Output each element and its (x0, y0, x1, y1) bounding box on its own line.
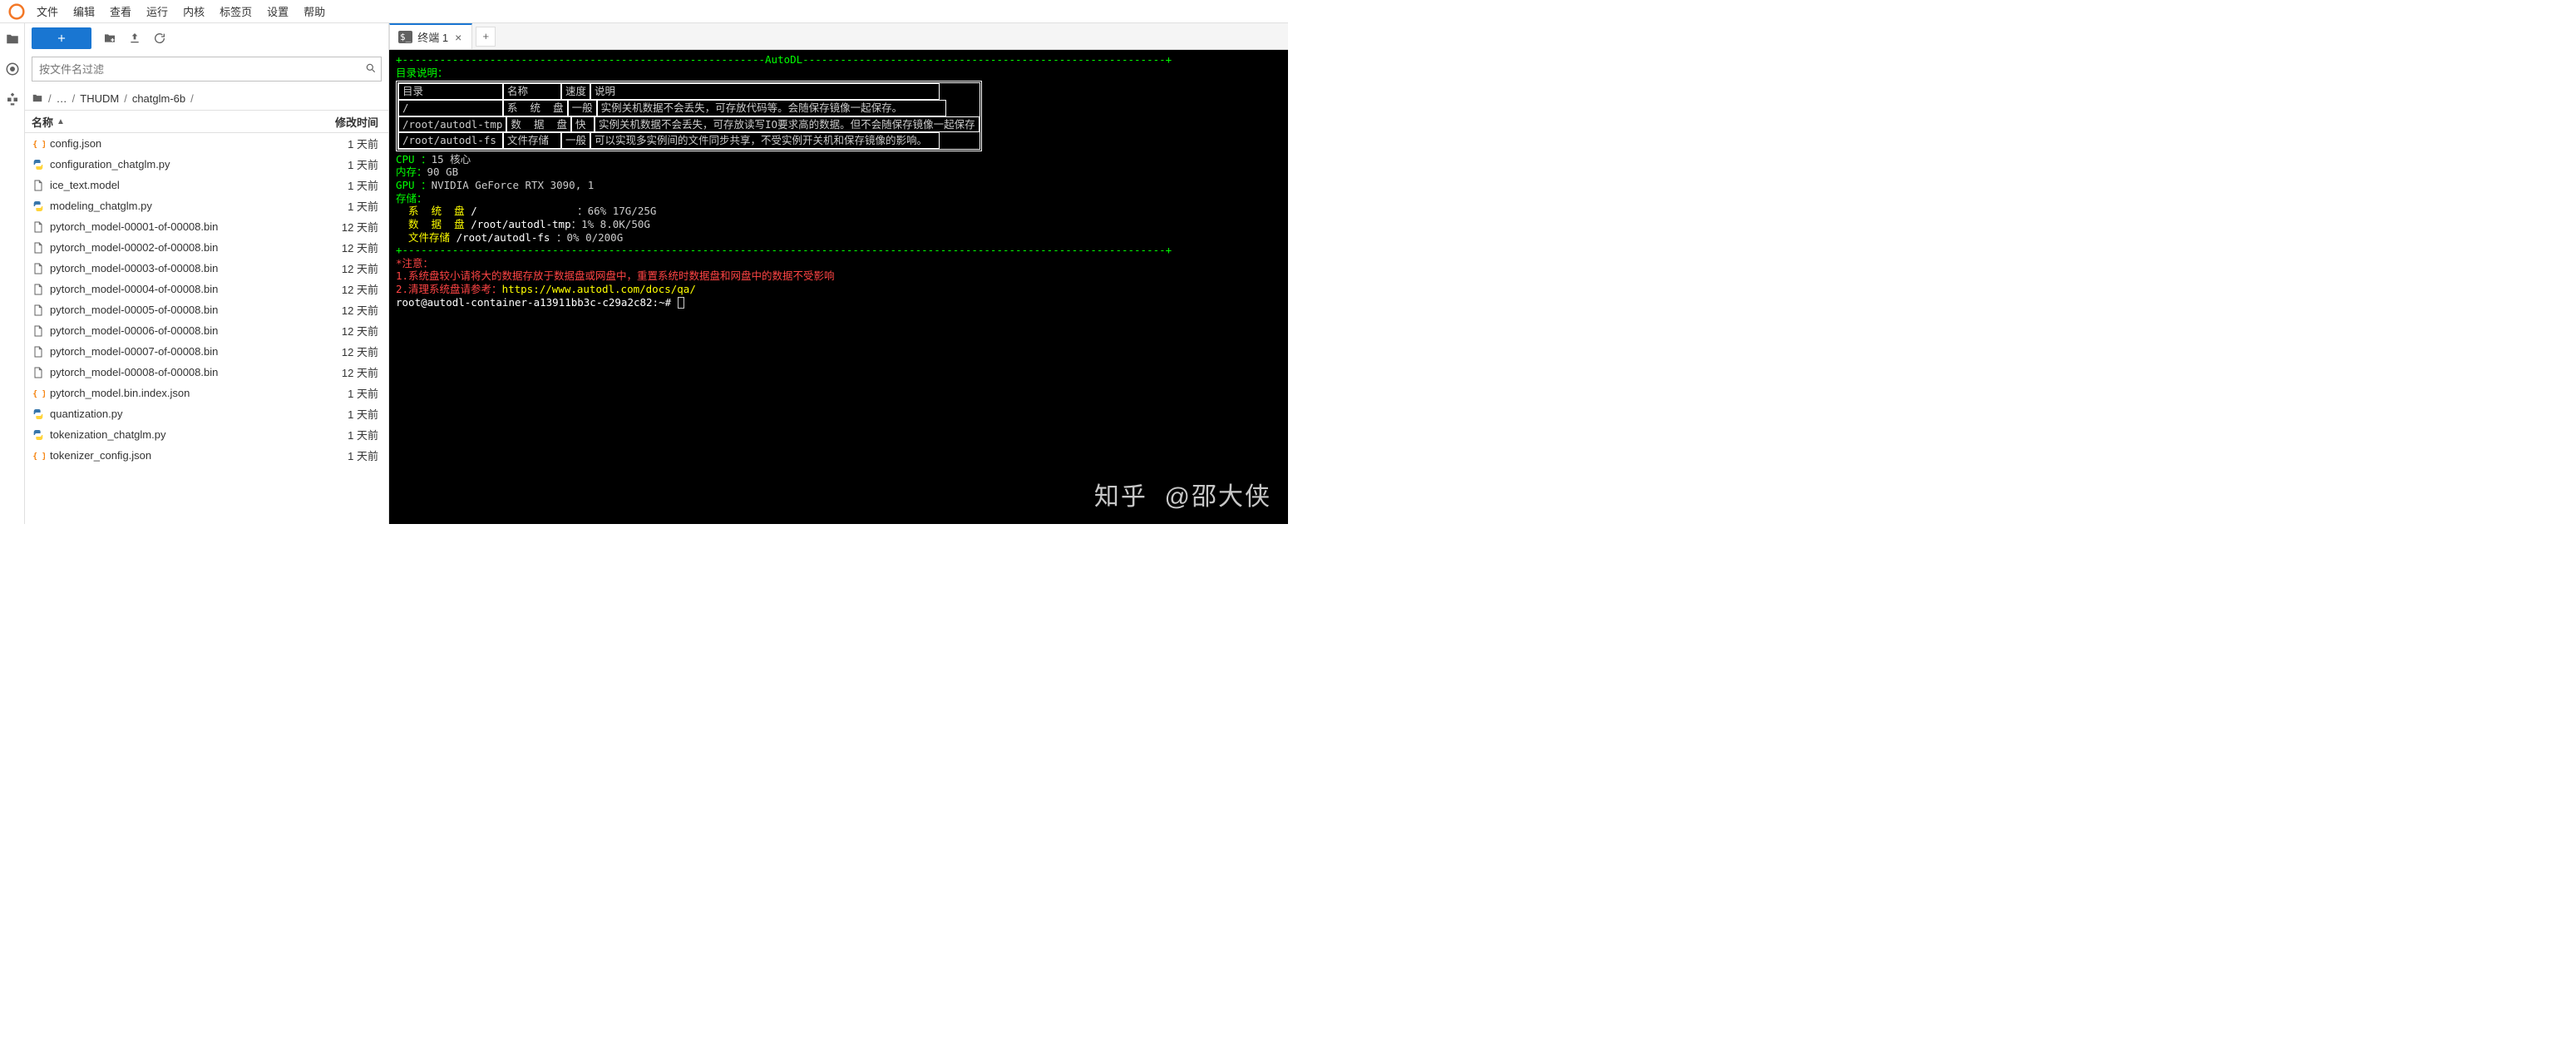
file-modified: 12 天前 (290, 219, 382, 235)
search-icon (365, 62, 377, 74)
file-modified: 1 天前 (290, 447, 382, 463)
close-icon[interactable]: × (453, 31, 463, 44)
file-row[interactable]: pytorch_model-00006-of-00008.bin12 天前 (25, 320, 388, 341)
file-row[interactable]: { } tokenizer_config.json1 天前 (25, 445, 388, 466)
filter-input[interactable] (32, 57, 382, 82)
file-browser-sidebar: / … / THUDM / chatglm-6b / 名称 ▲ 修改时间 { }… (25, 23, 389, 524)
file-name: configuration_chatglm.py (50, 158, 290, 171)
file-name: tokenization_chatglm.py (50, 428, 290, 441)
breadcrumb: / … / THUDM / chatglm-6b / (25, 87, 388, 110)
file-row[interactable]: ice_text.model1 天前 (25, 175, 388, 195)
file-name: ice_text.model (50, 179, 290, 191)
menu-item[interactable]: 设置 (260, 0, 295, 22)
tab-title: 终端 1 (417, 29, 448, 45)
file-row[interactable]: { } config.json1 天前 (25, 133, 388, 154)
terminal-icon: $_ (398, 31, 412, 43)
breadcrumb-seg[interactable]: THUDM (80, 92, 119, 105)
top-menu-bar: 文件编辑查看运行内核标签页设置帮助 (0, 0, 1288, 23)
terminal-output[interactable]: +---------------------------------------… (389, 50, 1288, 524)
new-launcher-button[interactable] (32, 27, 91, 49)
menu-item[interactable]: 帮助 (297, 0, 332, 22)
tab-bar: $_ 终端 1 × + (389, 23, 1288, 50)
file-modified: 1 天前 (290, 385, 382, 401)
file-name: pytorch_model-00001-of-00008.bin (50, 220, 290, 233)
file-name: pytorch_model.bin.index.json (50, 387, 290, 399)
file-modified: 12 天前 (290, 240, 382, 255)
menu-item[interactable]: 文件 (30, 0, 65, 22)
file-row[interactable]: quantization.py1 天前 (25, 403, 388, 424)
svg-text:{ }: { } (32, 140, 45, 149)
menu-item[interactable]: 运行 (140, 0, 175, 22)
file-name: pytorch_model-00007-of-00008.bin (50, 345, 290, 358)
file-name: pytorch_model-00003-of-00008.bin (50, 262, 290, 274)
file-modified: 1 天前 (290, 427, 382, 442)
file-name: modeling_chatglm.py (50, 200, 290, 212)
menu-item[interactable]: 查看 (103, 0, 138, 22)
file-row[interactable]: pytorch_model-00002-of-00008.bin12 天前 (25, 237, 388, 258)
file-name: pytorch_model-00006-of-00008.bin (50, 324, 290, 337)
jupyter-logo-icon (8, 3, 25, 20)
file-name: pytorch_model-00004-of-00008.bin (50, 283, 290, 295)
file-modified: 1 天前 (290, 156, 382, 172)
header-modified[interactable]: 修改时间 (297, 114, 388, 130)
breadcrumb-sep: / (72, 92, 76, 105)
file-name: tokenizer_config.json (50, 449, 290, 462)
breadcrumb-seg[interactable]: chatglm-6b (132, 92, 185, 105)
file-modified: 12 天前 (290, 323, 382, 339)
tab-terminal[interactable]: $_ 终端 1 × (389, 23, 472, 49)
file-name: pytorch_model-00008-of-00008.bin (50, 366, 290, 378)
menu-item[interactable]: 内核 (176, 0, 211, 22)
extensions-icon[interactable] (5, 91, 20, 106)
file-modified: 12 天前 (290, 260, 382, 276)
refresh-icon[interactable] (153, 32, 166, 45)
sort-asc-icon[interactable]: ▲ (57, 117, 65, 126)
file-modified: 12 天前 (290, 364, 382, 380)
file-modified: 1 天前 (290, 406, 382, 422)
file-row[interactable]: { } pytorch_model.bin.index.json1 天前 (25, 383, 388, 403)
file-name: pytorch_model-00005-of-00008.bin (50, 304, 290, 316)
file-modified: 1 天前 (290, 136, 382, 151)
upload-icon[interactable] (128, 32, 141, 45)
file-modified: 1 天前 (290, 177, 382, 193)
file-modified: 1 天前 (290, 198, 382, 214)
menu-item[interactable]: 编辑 (67, 0, 101, 22)
file-row[interactable]: pytorch_model-00004-of-00008.bin12 天前 (25, 279, 388, 299)
file-name: pytorch_model-00002-of-00008.bin (50, 241, 290, 254)
file-row[interactable]: pytorch_model-00007-of-00008.bin12 天前 (25, 341, 388, 362)
file-modified: 12 天前 (290, 344, 382, 359)
file-row[interactable]: modeling_chatglm.py1 天前 (25, 195, 388, 216)
svg-text:{ }: { } (32, 389, 45, 398)
menu-item[interactable]: 标签页 (213, 0, 259, 22)
file-row[interactable]: pytorch_model-00001-of-00008.bin12 天前 (25, 216, 388, 237)
file-row[interactable]: configuration_chatglm.py1 天前 (25, 154, 388, 175)
folder-icon[interactable] (32, 92, 43, 104)
file-name: quantization.py (50, 408, 290, 420)
watermark: 知乎 @邵大侠 (1094, 482, 1271, 513)
file-modified: 12 天前 (290, 281, 382, 297)
breadcrumb-sep: / (48, 92, 52, 105)
file-list: { }config.json1 天前configuration_chatglm.… (25, 133, 388, 524)
breadcrumb-sep: / (190, 92, 194, 105)
new-folder-icon[interactable] (103, 32, 116, 45)
folder-icon[interactable] (5, 32, 20, 47)
add-tab-button[interactable]: + (476, 27, 496, 47)
svg-text:{ }: { } (32, 452, 45, 461)
file-row[interactable]: tokenization_chatglm.py1 天前 (25, 424, 388, 445)
file-row[interactable]: pytorch_model-00005-of-00008.bin12 天前 (25, 299, 388, 320)
running-icon[interactable] (5, 62, 20, 77)
activity-bar (0, 23, 25, 524)
file-list-header: 名称 ▲ 修改时间 (25, 110, 388, 133)
file-row[interactable]: pytorch_model-00008-of-00008.bin12 天前 (25, 362, 388, 383)
file-row[interactable]: pytorch_model-00003-of-00008.bin12 天前 (25, 258, 388, 279)
breadcrumb-sep: / (124, 92, 127, 105)
file-name: config.json (50, 137, 290, 150)
file-modified: 12 天前 (290, 302, 382, 318)
header-name[interactable]: 名称 (32, 114, 53, 130)
breadcrumb-seg[interactable]: … (57, 92, 67, 105)
